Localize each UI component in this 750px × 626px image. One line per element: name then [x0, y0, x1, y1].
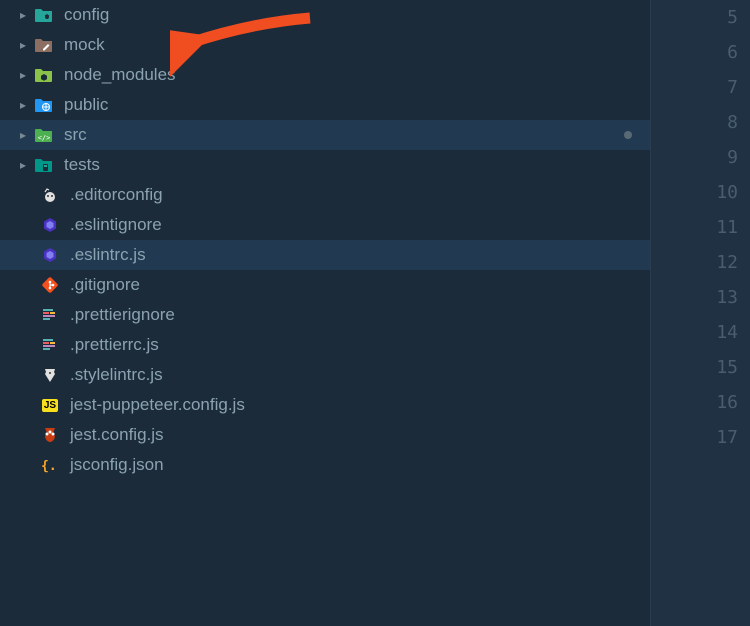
file-item-eslintrc[interactable]: .eslintrc.js — [0, 240, 650, 270]
file-item-editorconfig[interactable]: .editorconfig — [0, 180, 650, 210]
chevron-right-icon: ▸ — [18, 130, 28, 140]
file-explorer: ▸ config ▸ mock ▸ node_modules ▸ public … — [0, 0, 650, 626]
line-number: 10 — [651, 175, 750, 210]
folder-mock-icon — [34, 35, 54, 55]
folder-label: config — [64, 5, 650, 25]
file-label: jest-puppeteer.config.js — [70, 395, 650, 415]
folder-item-mock[interactable]: ▸ mock — [0, 30, 650, 60]
chevron-right-icon: ▸ — [18, 160, 28, 170]
file-item-jest-puppeteer-config[interactable]: JS jest-puppeteer.config.js — [0, 390, 650, 420]
line-number: 6 — [651, 35, 750, 70]
folder-label: public — [64, 95, 650, 115]
jsconfig-icon: {..} — [40, 455, 60, 475]
git-icon — [40, 275, 60, 295]
file-item-eslintignore[interactable]: .eslintignore — [0, 210, 650, 240]
file-label: .prettierrc.js — [70, 335, 650, 355]
line-number: 8 — [651, 105, 750, 140]
folder-public-icon — [34, 95, 54, 115]
folder-src-icon: </> — [34, 125, 54, 145]
chevron-right-icon: ▸ — [18, 100, 28, 110]
file-item-prettierrc[interactable]: .prettierrc.js — [0, 330, 650, 360]
file-item-jsconfig[interactable]: {..} jsconfig.json — [0, 450, 650, 480]
folder-item-public[interactable]: ▸ public — [0, 90, 650, 120]
file-label: jest.config.js — [70, 425, 650, 445]
folder-label: mock — [64, 35, 650, 55]
chevron-right-icon: ▸ — [18, 40, 28, 50]
folder-tests-icon — [34, 155, 54, 175]
eslint-icon — [40, 245, 60, 265]
prettier-icon — [40, 335, 60, 355]
chevron-right-icon: ▸ — [18, 10, 28, 20]
jest-icon — [40, 425, 60, 445]
line-number: 11 — [651, 210, 750, 245]
svg-text:</>: </> — [38, 134, 51, 142]
folder-item-src[interactable]: ▸ </> src — [0, 120, 650, 150]
svg-text:{..}: {..} — [41, 459, 59, 474]
file-label: .editorconfig — [70, 185, 650, 205]
file-label: .eslintrc.js — [70, 245, 650, 265]
editorconfig-icon — [40, 185, 60, 205]
folder-config-icon — [34, 5, 54, 25]
file-label: jsconfig.json — [70, 455, 650, 475]
line-number: 14 — [651, 315, 750, 350]
line-number: 16 — [651, 385, 750, 420]
file-item-jest-config[interactable]: jest.config.js — [0, 420, 650, 450]
folder-label: tests — [64, 155, 650, 175]
stylelint-icon — [40, 365, 60, 385]
folder-item-node-modules[interactable]: ▸ node_modules — [0, 60, 650, 90]
folder-item-config[interactable]: ▸ config — [0, 0, 650, 30]
file-item-stylelintrc[interactable]: .stylelintrc.js — [0, 360, 650, 390]
chevron-right-icon: ▸ — [18, 70, 28, 80]
prettier-icon — [40, 305, 60, 325]
js-icon: JS — [40, 395, 60, 415]
line-number: 7 — [651, 70, 750, 105]
line-number: 9 — [651, 140, 750, 175]
folder-item-tests[interactable]: ▸ tests — [0, 150, 650, 180]
file-label: .eslintignore — [70, 215, 650, 235]
folder-node-modules-icon — [34, 65, 54, 85]
folder-label: src — [64, 125, 624, 145]
line-number: 15 — [651, 350, 750, 385]
modified-indicator-icon — [624, 131, 632, 139]
file-item-gitignore[interactable]: .gitignore — [0, 270, 650, 300]
editor-gutter: 5 6 7 8 9 10 11 12 13 14 15 16 17 — [650, 0, 750, 626]
file-item-prettierignore[interactable]: .prettierignore — [0, 300, 650, 330]
line-number: 13 — [651, 280, 750, 315]
file-label: .gitignore — [70, 275, 650, 295]
line-number: 17 — [651, 420, 750, 455]
eslint-icon — [40, 215, 60, 235]
line-number: 5 — [651, 0, 750, 35]
file-label: .prettierignore — [70, 305, 650, 325]
folder-label: node_modules — [64, 65, 650, 85]
file-label: .stylelintrc.js — [70, 365, 650, 385]
line-number: 12 — [651, 245, 750, 280]
